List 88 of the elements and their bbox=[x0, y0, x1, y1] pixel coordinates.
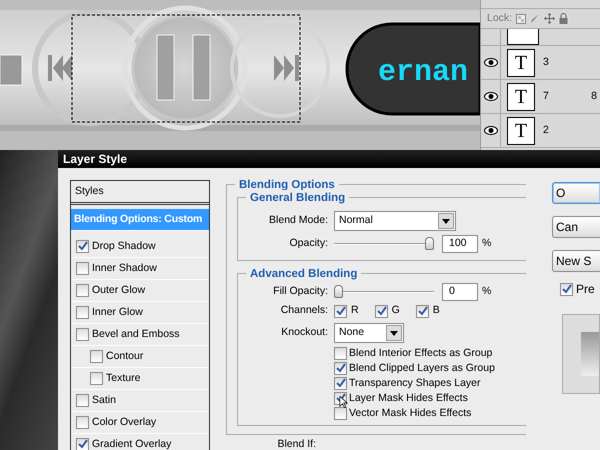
layer-thumbnail: T bbox=[507, 82, 535, 110]
check-icon bbox=[335, 378, 346, 389]
dropdown[interactable]: None bbox=[334, 323, 404, 343]
checkbox[interactable] bbox=[374, 304, 388, 318]
move-icon[interactable] bbox=[544, 13, 556, 24]
eye-icon[interactable] bbox=[484, 58, 498, 67]
check-icon bbox=[376, 306, 387, 316]
slider-track[interactable] bbox=[334, 285, 434, 299]
checkbox-label: Blend Clipped Layers as Group bbox=[349, 360, 495, 376]
pointer-cursor-icon bbox=[339, 396, 348, 408]
layer-thumbnail: T bbox=[507, 48, 535, 76]
eye-icon[interactable] bbox=[484, 126, 498, 135]
number-field[interactable]: 100 bbox=[442, 235, 478, 253]
checkbox-label: Vector Mask Hides Effects bbox=[349, 406, 472, 421]
style-list-item[interactable]: Satin bbox=[71, 390, 209, 412]
checkbox[interactable] bbox=[76, 416, 89, 429]
eye-icon[interactable] bbox=[484, 92, 498, 101]
field-label: Opacity: bbox=[288, 236, 329, 252]
caret-icon bbox=[442, 218, 450, 224]
brush-icon[interactable] bbox=[530, 13, 540, 24]
style-list-item[interactable]: Drop Shadow bbox=[71, 236, 209, 258]
checkbox[interactable] bbox=[76, 240, 89, 253]
check-icon bbox=[335, 306, 346, 316]
slider-thumb[interactable] bbox=[334, 285, 343, 298]
checkbox[interactable] bbox=[76, 328, 89, 341]
style-list-item[interactable]: Color Overlay bbox=[71, 412, 209, 434]
style-list-item[interactable]: Gradient Overlay bbox=[71, 434, 209, 450]
check-icon bbox=[77, 241, 88, 252]
checkbox-label: Layer Mask Hides Effects bbox=[349, 390, 468, 406]
checkbox[interactable] bbox=[334, 377, 347, 390]
layer-thumbnail: T bbox=[507, 116, 535, 144]
check-icon bbox=[416, 306, 428, 316]
checkbox[interactable] bbox=[334, 362, 347, 375]
lock-label: Lock: bbox=[487, 10, 512, 26]
checkbox-label: Pre bbox=[576, 281, 595, 298]
checkbox[interactable] bbox=[90, 372, 103, 385]
layer-thumbnail bbox=[507, 29, 539, 45]
dialog-button[interactable]: Can bbox=[552, 216, 600, 238]
field-label: Blend If: bbox=[276, 437, 317, 450]
unit-label: % bbox=[482, 236, 492, 252]
slider-thumb[interactable] bbox=[425, 237, 434, 250]
checkbox-label: R bbox=[351, 303, 359, 318]
checkbox[interactable] bbox=[560, 282, 573, 296]
slider-track[interactable] bbox=[334, 237, 434, 251]
checkbox[interactable] bbox=[334, 407, 347, 420]
layer-name[interactable]: 3 bbox=[543, 54, 549, 70]
checkbox-label: G bbox=[392, 303, 400, 318]
field-label: Blend Mode: bbox=[268, 213, 329, 228]
style-list-item[interactable]: Inner Shadow bbox=[71, 258, 209, 280]
layer-info: 8 bbox=[591, 88, 597, 104]
style-list-item[interactable]: Texture bbox=[71, 368, 209, 390]
checkbox[interactable] bbox=[334, 304, 347, 318]
style-list-item[interactable]: Bevel and Emboss bbox=[71, 324, 209, 346]
dialog-button[interactable]: O bbox=[552, 182, 600, 204]
number-field[interactable]: 0 bbox=[442, 283, 478, 301]
checkbox[interactable] bbox=[76, 284, 89, 297]
display-text: ernan bbox=[378, 56, 468, 90]
field-label: Channels: bbox=[280, 303, 329, 318]
dialog-title: Layer Style bbox=[63, 151, 128, 168]
dialog-button[interactable]: New S bbox=[552, 250, 600, 272]
checkbox[interactable] bbox=[334, 347, 347, 360]
unit-label: % bbox=[482, 284, 492, 300]
check-icon bbox=[335, 363, 346, 374]
checkbox[interactable] bbox=[90, 350, 103, 363]
dropdown[interactable]: Normal bbox=[334, 211, 456, 231]
lock-icon[interactable] bbox=[559, 13, 568, 24]
field-label: Fill Opacity: bbox=[272, 284, 329, 300]
checkbox-label: Blend Interior Effects as Group bbox=[349, 346, 492, 361]
field-label: Knockout: bbox=[280, 325, 329, 340]
check-icon bbox=[77, 439, 88, 450]
check-icon bbox=[561, 284, 572, 294]
checkbox[interactable] bbox=[76, 438, 89, 450]
checkbox[interactable] bbox=[76, 306, 89, 319]
style-list-item[interactable]: Contour bbox=[71, 346, 209, 368]
layer-name[interactable]: 7 bbox=[543, 88, 549, 104]
checkbox[interactable] bbox=[76, 262, 89, 275]
transparency-lock-icon[interactable] bbox=[516, 14, 526, 24]
layer-name[interactable]: 2 bbox=[543, 122, 549, 138]
style-list-item[interactable]: Inner Glow bbox=[71, 302, 209, 324]
checkbox-label: B bbox=[432, 303, 440, 318]
checkbox-label: Transparency Shapes Layer bbox=[349, 376, 481, 391]
styles-header: Styles bbox=[75, 184, 104, 199]
caret-icon bbox=[390, 330, 398, 336]
checkbox[interactable] bbox=[416, 304, 429, 318]
checkbox[interactable] bbox=[76, 394, 89, 407]
check-icon bbox=[335, 393, 346, 404]
style-list-item[interactable]: Outer Glow bbox=[71, 280, 209, 302]
checkbox[interactable] bbox=[334, 392, 347, 405]
